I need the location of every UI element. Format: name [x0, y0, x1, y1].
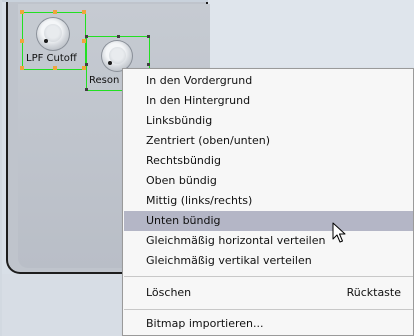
menu-item-send-to-back[interactable]: In den Hintergrund	[124, 91, 413, 111]
context-menu: In den Vordergrund In den Hintergrund Li…	[122, 68, 414, 336]
menu-item-delete[interactable]: Löschen Rücktaste	[124, 283, 413, 303]
knob-indicator	[108, 61, 112, 65]
menu-item-align-top[interactable]: Oben bündig	[124, 171, 413, 191]
menu-item-align-right[interactable]: Rechtsbündig	[124, 151, 413, 171]
menu-item-bring-to-front[interactable]: In den Vordergrund	[124, 71, 413, 91]
menu-item-label: In den Vordergrund	[146, 74, 253, 87]
menu-item-label: Mittig (links/rechts)	[146, 194, 253, 207]
resize-handle[interactable]	[20, 39, 24, 43]
menu-item-label: Gleichmäßig vertikal verteilen	[146, 254, 312, 267]
knob-label: Reson	[89, 75, 120, 86]
left-edge	[0, 0, 2, 336]
mouse-pointer-icon	[332, 222, 346, 243]
resize-handle[interactable]	[147, 63, 150, 66]
resize-handle[interactable]	[147, 35, 150, 38]
menu-separator	[124, 276, 413, 277]
menu-item-label: Gleichmäßig horizontal verteilen	[146, 234, 326, 247]
knob-selection-lpf-cutoff[interactable]: LPF Cutoff	[20, 10, 86, 70]
menu-item-label: Unten bündig	[146, 214, 221, 227]
menu-item-label: Oben bündig	[146, 174, 217, 187]
menu-item-center-horizontal[interactable]: Mittig (links/rechts)	[124, 191, 413, 211]
resize-handle[interactable]	[53, 66, 57, 70]
menu-separator	[124, 309, 413, 310]
menu-item-label: Rechtsbündig	[146, 154, 221, 167]
menu-item-label: Bitmap importieren...	[146, 317, 264, 330]
menu-item-import-bitmap[interactable]: Bitmap importieren...	[124, 314, 413, 334]
menu-item-distribute-vertical[interactable]: Gleichmäßig vertikal verteilen	[124, 251, 413, 271]
menu-item-align-bottom[interactable]: Unten bündig	[124, 211, 413, 231]
resize-handle[interactable]	[20, 10, 24, 14]
menu-item-label: Löschen	[146, 286, 192, 299]
menu-item-label: In den Hintergrund	[146, 94, 251, 107]
resize-handle[interactable]	[85, 35, 88, 38]
resize-handle[interactable]	[85, 63, 88, 66]
resize-handle[interactable]	[117, 35, 120, 38]
resize-handle[interactable]	[53, 10, 57, 14]
resize-handle[interactable]	[85, 88, 88, 91]
menu-item-label: Zentriert (oben/unten)	[146, 134, 271, 147]
resize-handle[interactable]	[20, 66, 24, 70]
resize-handle[interactable]	[82, 10, 86, 14]
lpf-cutoff-knob[interactable]	[36, 17, 70, 51]
menu-item-shortcut: Rücktaste	[346, 286, 401, 299]
menu-item-distribute-horizontal[interactable]: Gleichmäßig horizontal verteilen	[124, 231, 413, 251]
menu-item-center-vertical[interactable]: Zentriert (oben/unten)	[124, 131, 413, 151]
menu-item-label: Linksbündig	[146, 114, 213, 127]
menu-item-align-left[interactable]: Linksbündig	[124, 111, 413, 131]
knob-indicator	[44, 39, 48, 43]
knob-label: LPF Cutoff	[26, 53, 77, 64]
